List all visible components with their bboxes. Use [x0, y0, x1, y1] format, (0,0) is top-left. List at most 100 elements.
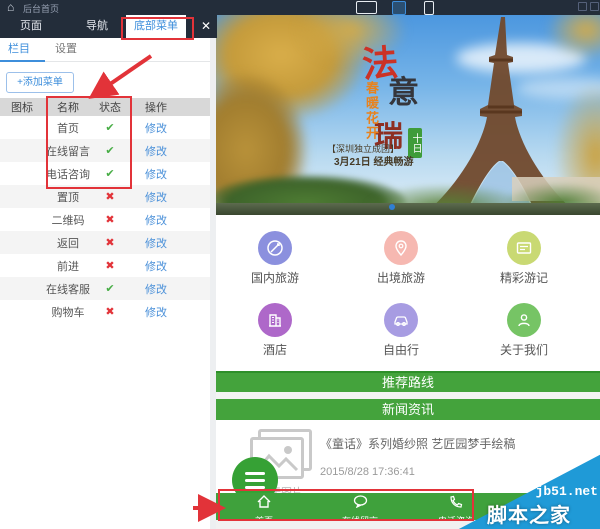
hotel-icon [258, 303, 292, 337]
header-icon: 图标 [0, 99, 44, 115]
person-icon [507, 303, 541, 337]
nav-item-label: 国内旅游 [220, 269, 330, 286]
table-row-forward: 前进 ✖ 修改 [0, 254, 210, 277]
carousel-indicator-dot [389, 204, 395, 210]
section-bar-news: 新闻资讯 [216, 399, 600, 420]
row-name: 电话咨询 [44, 166, 92, 182]
nav-item-outbound-travel[interactable]: 出境旅游 [346, 231, 456, 286]
message-icon [353, 495, 368, 508]
nav-item-label: 酒店 [220, 341, 330, 358]
mobile-site-preview: 法 意 瑞 春暖花开 十日 【深圳独立成团】 3月21日 经典畅游 国内旅游 出… [216, 15, 600, 529]
status-mark: ✔ [92, 282, 128, 295]
nav-grid: 国内旅游 出境旅游 精彩游记 酒店 [216, 215, 600, 371]
modify-link[interactable]: 修改 [128, 281, 184, 297]
tab-page[interactable]: 页面 [20, 15, 42, 38]
nav-item-about-us[interactable]: 关于我们 [469, 303, 579, 358]
status-mark: ✖ [92, 305, 128, 318]
nav-item-label: 精彩游记 [469, 269, 579, 286]
modify-link[interactable]: 修改 [128, 143, 184, 159]
row-name: 在线客服 [44, 281, 92, 297]
subtab-columns[interactable]: 栏目 [8, 38, 30, 60]
section-bar-recommended-routes: 推荐路线 [216, 371, 600, 392]
panel-subtabs: 栏目 设置 [0, 38, 210, 62]
status-mark: ✖ [92, 236, 128, 249]
home-icon [257, 495, 271, 508]
active-subtab-underline [0, 60, 45, 62]
desktop-view-toggle[interactable] [356, 1, 377, 14]
watermark-url: jb51.net [534, 484, 598, 499]
row-name: 首页 [44, 120, 92, 136]
header-status: 状态 [92, 99, 128, 115]
menu-table-header: 图标 名称 状态 操作 [0, 98, 210, 116]
panel-divider [210, 38, 216, 529]
admin-home-label: 后台首页 [23, 2, 59, 15]
row-name: 前进 [44, 258, 92, 274]
row-name: 返回 [44, 235, 92, 251]
status-mark: ✖ [92, 190, 128, 203]
car-icon [384, 303, 418, 337]
header-action: 操作 [128, 99, 184, 115]
status-mark: ✔ [92, 121, 128, 134]
watermark-site-name: 脚本之家 [487, 499, 571, 528]
table-row-back: 返回 ✖ 修改 [0, 231, 210, 254]
compass-icon [258, 231, 292, 265]
table-row-message: 在线留言 ✔ 修改 [0, 139, 210, 162]
table-row-service: 在线客服 ✔ 修改 [0, 277, 210, 300]
tab-bottom-menu[interactable]: 底部菜单 [126, 15, 186, 38]
modify-link[interactable]: 修改 [128, 212, 184, 228]
row-name: 购物车 [44, 304, 92, 320]
banner-title-char2: 意 [388, 67, 419, 112]
mobile-view-toggle[interactable] [424, 1, 434, 15]
row-name: 二维码 [44, 212, 92, 228]
status-mark: ✖ [92, 259, 128, 272]
news-list-item[interactable]: 暂无图片 《童话》系列婚纱照 艺匠园梦手绘稿 2015/8/28 17:36:4… [216, 420, 600, 493]
table-row-top: 置顶 ✖ 修改 [0, 185, 210, 208]
news-title[interactable]: 《童话》系列婚纱照 艺匠园梦手绘稿 [320, 435, 515, 452]
table-row-cart: 购物车 ✖ 修改 [0, 300, 210, 323]
close-icon[interactable]: ✕ [197, 15, 215, 38]
nav-item-domestic-travel[interactable]: 国内旅游 [220, 231, 330, 286]
add-menu-button[interactable]: +添加菜单 [6, 72, 74, 93]
nav-item-free-travel[interactable]: 自由行 [346, 303, 456, 358]
status-mark: ✔ [92, 144, 128, 157]
header-name: 名称 [44, 99, 92, 115]
modify-link[interactable]: 修改 [128, 166, 184, 182]
modify-link[interactable]: 修改 [128, 235, 184, 251]
home-icon: ⌂ [7, 0, 14, 14]
nav-item-label: 关于我们 [469, 341, 579, 358]
menu-table-body: 首页 ✔ 修改 在线留言 ✔ 修改 电话咨询 ✔ 修改 置顶 ✖ 修改 二维码 … [0, 116, 210, 323]
news-thumbnail-placeholder: 暂无图片 [240, 429, 320, 481]
nav-item-label: 自由行 [346, 341, 456, 358]
nav-item-travel-notes[interactable]: 精彩游记 [469, 231, 579, 286]
banner-tagline2: 3月21日 经典畅游 [334, 153, 413, 168]
subtab-settings[interactable]: 设置 [55, 38, 77, 60]
modify-link[interactable]: 修改 [128, 189, 184, 205]
topbar-right-icon[interactable] [590, 2, 599, 11]
banner-subtitle-vertical: 春暖花开 [362, 81, 381, 141]
tablet-view-toggle[interactable] [392, 1, 406, 15]
modify-link[interactable]: 修改 [128, 304, 184, 320]
tab-navigation[interactable]: 导航 [86, 15, 108, 38]
bottom-item-home[interactable]: 首页 [216, 493, 312, 520]
status-mark: ✔ [92, 167, 128, 180]
table-row-phone: 电话咨询 ✔ 修改 [0, 162, 210, 185]
banner-carousel-image: 法 意 瑞 春暖花开 十日 【深圳独立成团】 3月21日 经典畅游 [216, 15, 600, 215]
status-mark: ✖ [92, 213, 128, 226]
topbar-right-icon[interactable] [578, 2, 587, 11]
row-name: 置顶 [44, 189, 92, 205]
journal-icon [507, 231, 541, 265]
modify-link[interactable]: 修改 [128, 258, 184, 274]
water-strip [216, 203, 600, 215]
bottom-item-message[interactable]: 在线留言 [312, 493, 408, 520]
panel-tabbar: 页面 导航 底部菜单 ✕ [0, 15, 217, 38]
news-date: 2015/8/28 17:36:41 [320, 466, 415, 478]
admin-topbar: ⌂ 后台首页 [0, 0, 600, 15]
pin-icon [384, 231, 418, 265]
table-row-qrcode: 二维码 ✖ 修改 [0, 208, 210, 231]
nav-item-hotel[interactable]: 酒店 [220, 303, 330, 358]
modify-link[interactable]: 修改 [128, 120, 184, 136]
phone-icon [449, 495, 463, 508]
row-name: 在线留言 [44, 143, 92, 159]
table-row-home: 首页 ✔ 修改 [0, 116, 210, 139]
nav-item-label: 出境旅游 [346, 269, 456, 286]
